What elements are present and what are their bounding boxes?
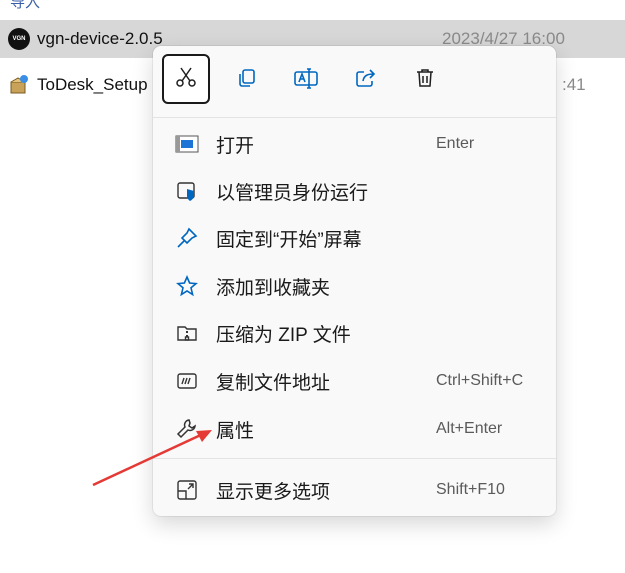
menu-item-pin-to-start[interactable]: 固定到“开始”屏幕: [153, 218, 556, 258]
copy-icon: [235, 66, 259, 95]
star-icon: [175, 274, 199, 298]
open-window-icon: [175, 132, 199, 156]
context-menu-toolbar: [153, 46, 556, 116]
context-menu: 打开 Enter 以管理员身份运行 固定到“开始”屏幕 添加到收藏夹 压缩为 Z…: [153, 46, 556, 516]
rename-button[interactable]: [286, 60, 326, 100]
menu-item-open[interactable]: 打开 Enter: [153, 124, 556, 164]
installer-package-icon: [8, 74, 30, 96]
admin-shield-icon: [175, 179, 199, 203]
copy-path-icon: [175, 369, 199, 393]
menu-separator: [153, 117, 556, 118]
menu-item-compress-zip[interactable]: 压缩为 ZIP 文件: [153, 313, 556, 353]
more-options-icon: [175, 478, 199, 502]
file-date: :41: [562, 75, 586, 94]
menu-item-copy-path[interactable]: 复制文件地址 Ctrl+Shift+C: [153, 361, 556, 401]
wrench-icon: [175, 417, 199, 441]
share-button[interactable]: [346, 60, 386, 100]
delete-button[interactable]: [405, 60, 445, 100]
menu-item-add-to-favorites[interactable]: 添加到收藏夹: [153, 266, 556, 306]
menu-item-show-more-options[interactable]: 显示更多选项 Shift+F10: [153, 470, 556, 510]
folder-label-fragment: 导入: [10, 0, 41, 11]
scissors-icon: [174, 65, 198, 94]
file-name: vgn-device-2.0.5: [37, 29, 163, 48]
menu-separator: [153, 458, 556, 459]
file-name: ToDesk_Setup: [37, 75, 148, 94]
cut-button[interactable]: [162, 54, 210, 104]
share-icon: [354, 66, 378, 95]
menu-item-run-as-admin[interactable]: 以管理员身份运行: [153, 171, 556, 211]
vgn-app-icon: VGN: [8, 28, 30, 50]
trash-icon: [413, 66, 437, 95]
pin-icon: [175, 226, 199, 250]
rename-icon: [293, 66, 319, 95]
zip-folder-icon: [175, 321, 199, 345]
menu-item-properties[interactable]: 属性 Alt+Enter: [153, 409, 556, 449]
copy-button[interactable]: [227, 60, 267, 100]
